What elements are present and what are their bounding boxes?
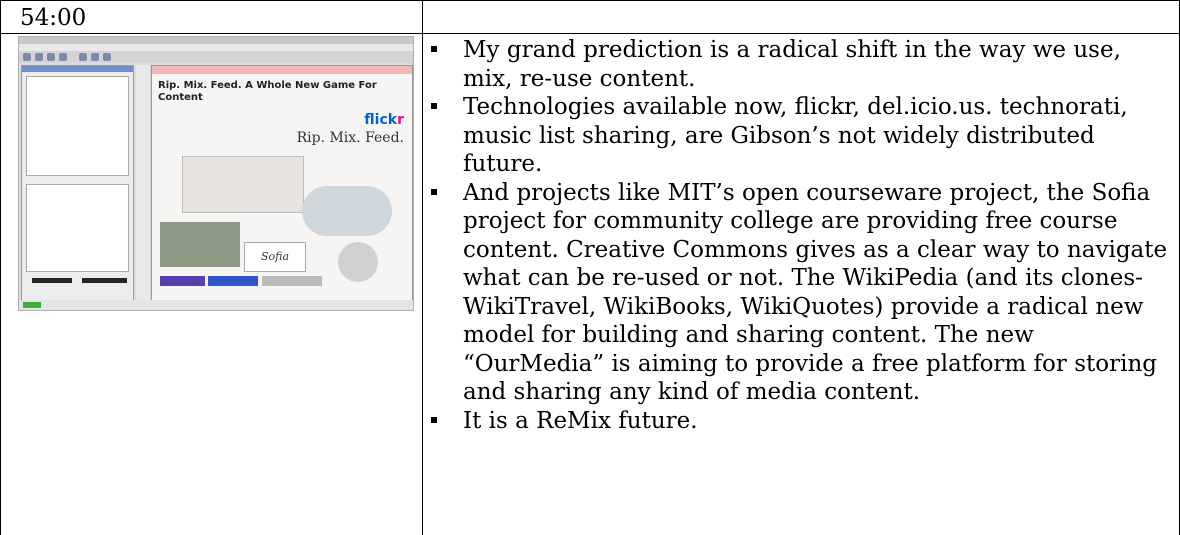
thumb-toolbar-icon xyxy=(35,53,43,61)
thumb-slide-header xyxy=(152,66,412,74)
bullet-text: Technologies available now, flickr, del.… xyxy=(463,94,1128,177)
bullet-text: My grand prediction is a radical shift i… xyxy=(463,37,1121,92)
thumb-toolbar-icon xyxy=(47,53,55,61)
thumb-menubar xyxy=(19,44,413,51)
bullet-square-icon xyxy=(431,103,437,109)
list-item: It is a ReMix future. xyxy=(430,407,1170,436)
thumb-toolbar xyxy=(19,51,413,63)
thumb-titlebar xyxy=(19,37,413,44)
thumb-collage-image xyxy=(160,222,240,267)
thumb-panel-header xyxy=(22,66,133,72)
list-item: And projects like MIT’s open courseware … xyxy=(430,179,1170,407)
notes-bullet-list: My grand prediction is a radical shift i… xyxy=(430,36,1170,435)
flickr-logo-a: flick xyxy=(364,112,398,128)
thumb-toolbar-icon xyxy=(59,53,67,61)
flickr-logo-b: r xyxy=(397,112,404,128)
thumb-collage-logo xyxy=(208,276,258,286)
list-item: Technologies available now, flickr, del.… xyxy=(430,93,1170,179)
thumb-collage-logo xyxy=(160,276,205,286)
flickr-logo: flickr xyxy=(364,112,404,128)
bullet-square-icon xyxy=(431,46,437,52)
table-divider-horizontal xyxy=(0,33,1180,34)
thumb-panel-bar xyxy=(32,278,72,283)
thumb-collage-image xyxy=(182,156,304,213)
wikipedia-logo xyxy=(338,242,378,282)
thumb-statusbar xyxy=(19,300,413,310)
bullet-square-icon xyxy=(431,188,437,195)
thumb-slide-title: Rip. Mix. Feed. A Whole New Game For Con… xyxy=(158,80,377,103)
table-border-left xyxy=(0,0,1,535)
thumb-panel-list xyxy=(26,76,129,176)
bullet-text: And projects like MIT’s open courseware … xyxy=(463,179,1168,406)
slide-screenshot-thumbnail: Rip. Mix. Feed. A Whole New Game For Con… xyxy=(18,36,414,311)
list-item: My grand prediction is a radical shift i… xyxy=(430,36,1170,93)
thumb-slide: Rip. Mix. Feed. A Whole New Game For Con… xyxy=(151,65,413,301)
thumb-toolbar-icon xyxy=(103,53,111,61)
bullet-square-icon xyxy=(431,416,437,423)
thumb-left-panel xyxy=(21,65,134,301)
thumb-toolbar-icon xyxy=(23,53,31,61)
thumb-toolbar-icon xyxy=(91,53,99,61)
thumb-collage-logo xyxy=(262,276,322,286)
thumb-toolbar-icon xyxy=(79,53,87,61)
header-row: 54:00 xyxy=(0,0,1180,33)
thumb-side-strip xyxy=(136,65,150,301)
timestamp: 54:00 xyxy=(20,5,87,31)
thumb-status-indicator xyxy=(23,302,41,308)
thumb-panel-notes xyxy=(26,184,129,272)
bullet-text: It is a ReMix future. xyxy=(463,407,698,434)
table-divider-vertical xyxy=(422,0,423,535)
thumb-slide-caption: Rip. Mix. Feed. xyxy=(296,130,404,146)
thumb-panel-bar xyxy=(82,278,127,283)
sofia-logo: Sofia xyxy=(244,242,306,272)
thumb-collage-image xyxy=(302,186,392,236)
notes-table: 54:00 Rip. Mix. Feed. A Whole New Game F… xyxy=(0,0,1180,535)
